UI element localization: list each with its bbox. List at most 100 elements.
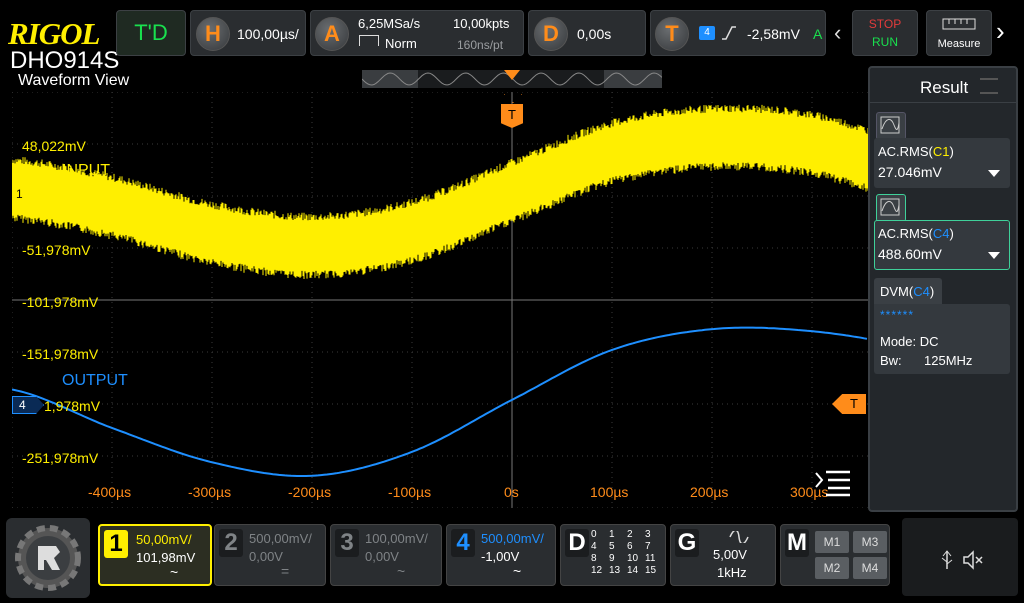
channel1-offset: 101,98mV: [136, 550, 196, 565]
measure-button[interactable]: Measure: [926, 10, 992, 56]
result-item-dvm[interactable]: DVM(C4) ****** Mode: DC Bw: 125MHz: [874, 278, 1012, 374]
bottom-bar: 1 50,00mV/ 101,98mV ~ 2 500,00mV/ 0,00V …: [0, 512, 1024, 600]
channel3-number: 3: [335, 529, 359, 557]
result-item-close: ): [949, 226, 954, 241]
dvm-bw-value: 125MHz: [924, 353, 973, 368]
delay-panel[interactable]: D 0,00s: [528, 10, 646, 56]
stop-label: STOP: [868, 17, 902, 31]
math-m4-button[interactable]: M4: [853, 557, 887, 579]
run-label: RUN: [872, 35, 898, 49]
channel1-button[interactable]: 1 50,00mV/ 101,98mV ~: [98, 524, 212, 586]
y-label: -251,978mV: [22, 450, 99, 466]
y-label: 1,978mV: [44, 398, 101, 414]
result-item-value: 27.046mV: [878, 164, 942, 180]
result-title: Result: [920, 78, 969, 97]
math-key: M: [785, 529, 809, 557]
mode-button[interactable]: T'D: [116, 10, 186, 56]
waveform-tab-icon: [876, 112, 906, 140]
waveform-plot: [12, 92, 868, 508]
x-label: -100µs: [388, 484, 432, 500]
dvm-reading: ******: [880, 308, 915, 322]
ruler-icon: [942, 18, 976, 30]
digital-bit: 10: [627, 553, 639, 564]
channel1-trace: [12, 104, 868, 279]
digital-bit: 7: [645, 541, 651, 552]
digital-key: D: [565, 529, 589, 557]
dvm-name: DVM(C4): [880, 284, 934, 299]
channel3-button[interactable]: 3 100,00mV/ 0,00V ~: [330, 524, 442, 586]
result-item-channel: C1: [932, 144, 950, 159]
measure-wave-icon: [880, 116, 900, 134]
home-button[interactable]: [6, 518, 90, 598]
result-item-ac-rms-c4[interactable]: AC.RMS(C4) 488.60mV: [874, 192, 1012, 272]
digital-bit: 12: [591, 565, 603, 576]
math-m2-button[interactable]: M2: [815, 557, 849, 579]
result-divider: [870, 102, 1016, 103]
math-button[interactable]: M M1 M3 M2 M4: [780, 524, 890, 586]
scroll-left-icon[interactable]: ‹: [834, 20, 841, 46]
trigger-source-badge: 4: [699, 26, 715, 40]
waveform-area[interactable]: 48,022mV -51,978mV -101,978mV -151,978mV…: [12, 92, 868, 508]
trigger-level-label: T: [850, 396, 858, 411]
digital-bit: 11: [645, 553, 656, 564]
channel2-offset: 0,00V: [249, 549, 283, 564]
result-item-ac-rms-c1[interactable]: AC.RMS(C1) 27.046mV: [874, 110, 1012, 188]
y-label: -51,978mV: [22, 242, 91, 258]
y-label: -101,978mV: [22, 294, 99, 310]
dvm-bw-label: Bw:: [880, 353, 902, 368]
digital-grid: 0123 4567 8 9 10 11 12 13 14 15: [591, 529, 663, 577]
menu-icon[interactable]: [814, 468, 852, 498]
run-stop-button[interactable]: STOP RUN: [852, 10, 918, 56]
scroll-right-icon[interactable]: ›: [996, 16, 1005, 47]
channel4-button[interactable]: 4 500,00mV/ -1,00V ~: [446, 524, 556, 586]
digital-button[interactable]: D 0123 4567 8 9 10 11 12 13 14 15: [560, 524, 666, 586]
digital-bit: 6: [627, 541, 633, 552]
expand-arrow-icon[interactable]: [988, 252, 1000, 259]
result-item-value: 488.60mV: [878, 246, 942, 262]
digital-bit: 13: [609, 565, 621, 576]
dvm-mode: Mode: DC: [880, 334, 939, 349]
math-m1-button[interactable]: M1: [815, 531, 849, 553]
channel1-number: 1: [104, 530, 128, 558]
generator-button[interactable]: G 5,00V 1kHz: [670, 524, 776, 586]
x-label: -400µs: [88, 484, 132, 500]
measure-label: Measure: [937, 38, 981, 50]
timebase-scale: 100,00µs/: [237, 26, 299, 42]
channel2-button[interactable]: 2 500,00mV/ 0,00V =: [214, 524, 326, 586]
trigger-level: -2,58mV: [747, 26, 800, 42]
sample-interval: 160ns/pt: [457, 38, 504, 52]
channel2-coupling: =: [281, 563, 290, 579]
waveform-overview[interactable]: [361, 70, 663, 88]
digital-bit: 15: [645, 565, 657, 576]
y-label: 48,022mV: [22, 138, 86, 154]
acq-pulse-icon: [359, 35, 379, 46]
channel1-scale: 50,00mV/: [136, 532, 192, 547]
speaker-muted-icon[interactable]: [962, 550, 984, 570]
trigger-sweep: A: [813, 26, 823, 42]
generator-frequency: 1kHz: [717, 565, 747, 580]
channel1-label: INPUT: [62, 162, 110, 179]
digital-bit: 4: [591, 541, 597, 552]
horizontal-panel[interactable]: H 100,00µs/: [190, 10, 306, 56]
result-item-name: AC.RMS(C4): [878, 226, 954, 241]
trigger-position-marker[interactable]: T: [501, 104, 523, 128]
channel4-trace: [12, 326, 868, 477]
result-item-func: AC.RMS(: [878, 144, 933, 159]
trigger-key-icon: T: [655, 17, 689, 51]
usb-icon: [941, 550, 953, 569]
math-m3-button[interactable]: M3: [853, 531, 887, 553]
overview-trigger-icon: [504, 70, 520, 80]
expand-arrow-icon[interactable]: [988, 170, 1000, 177]
result-item-func: AC.RMS(: [878, 226, 933, 241]
acquire-mode: Norm: [385, 36, 417, 51]
acquire-panel[interactable]: A 6,25MSa/s Norm 10,00kpts 160ns/pt: [310, 10, 524, 56]
x-label: -300µs: [188, 484, 232, 500]
x-label: 0s: [504, 484, 519, 500]
trigger-panel[interactable]: T 4 -2,58mV A: [650, 10, 826, 56]
trigger-position-label: T: [508, 107, 516, 122]
rising-edge-icon: [722, 26, 736, 40]
digital-bit: 3: [645, 529, 651, 540]
result-menu-icon[interactable]: [980, 78, 998, 94]
channel4-number: 4: [451, 529, 475, 557]
channel3-offset: 0,00V: [365, 549, 399, 564]
